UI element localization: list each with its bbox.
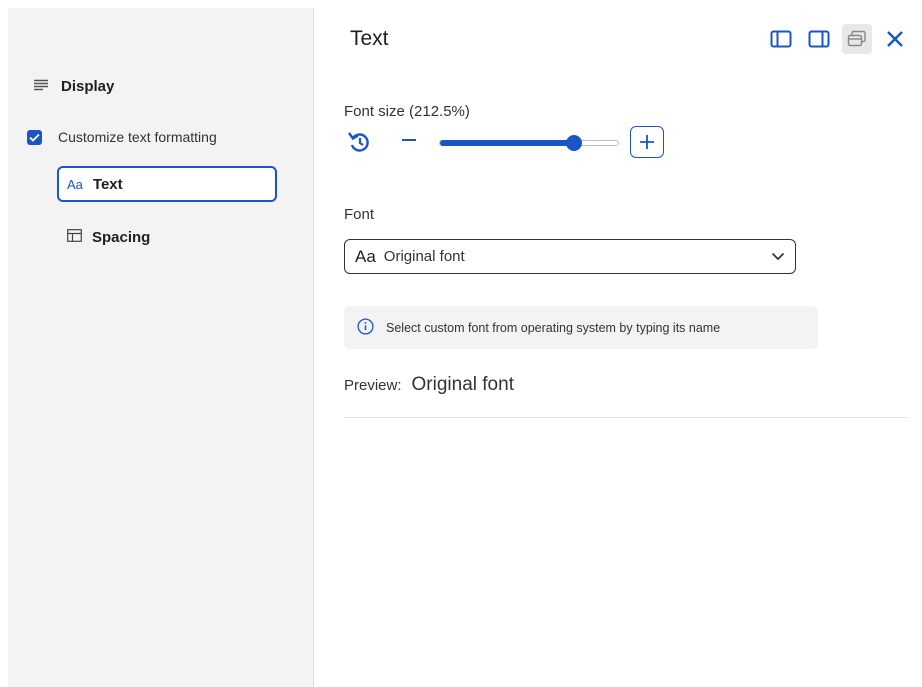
plus-icon — [640, 135, 654, 149]
layout-icon — [67, 229, 82, 246]
font-size-label: Font size (212.5%) — [344, 103, 470, 120]
font-select-value: Original font — [383, 248, 465, 265]
close-icon[interactable] — [880, 24, 910, 54]
sidebar-left-icon[interactable] — [766, 24, 796, 54]
customize-text-label: Customize text formatting — [58, 129, 217, 145]
preview-value: Original font — [411, 374, 514, 395]
sidebar-item-spacing[interactable]: Spacing — [57, 229, 150, 246]
preview-label: Preview: — [344, 377, 402, 394]
info-note: Select custom font from operating system… — [344, 306, 818, 349]
text-font-icon: Aa — [67, 176, 83, 192]
increase-button[interactable] — [630, 126, 664, 158]
page-title: Text — [350, 27, 389, 50]
slider-thumb[interactable] — [565, 135, 582, 151]
popout-window-icon[interactable] — [842, 24, 872, 54]
font-icon: Aa — [355, 246, 376, 266]
info-text: Select custom font from operating system… — [386, 320, 721, 335]
font-size-slider[interactable] — [439, 135, 619, 151]
font-size-control — [347, 124, 677, 160]
menu-lines-icon — [33, 78, 49, 95]
sidebar-item-text-label: Text — [92, 175, 123, 193]
customize-text-checkbox-row[interactable]: Customize text formatting — [27, 129, 217, 145]
info-icon — [357, 317, 374, 338]
main-panel: Text Font size (212.5%) Font Aa Original… — [314, 0, 922, 687]
decrease-icon[interactable] — [399, 130, 419, 155]
divider — [344, 417, 908, 418]
check-icon — [29, 133, 40, 142]
sidebar-item-spacing-label: Spacing — [92, 229, 151, 246]
customize-text-checkbox[interactable] — [27, 129, 42, 145]
font-preview: Preview: Original font — [344, 374, 514, 396]
window-controls — [766, 24, 910, 54]
sidebar-item-text[interactable]: Aa Text — [57, 166, 277, 202]
font-label: Font — [344, 206, 375, 223]
sidebar: Display Customize text formatting Aa Tex… — [8, 8, 314, 687]
font-select[interactable]: Aa Original font — [344, 239, 796, 274]
slider-fill — [440, 140, 574, 146]
reset-history-icon[interactable] — [347, 130, 371, 159]
sidebar-heading: Display — [33, 78, 114, 95]
chevron-down-icon — [771, 248, 785, 265]
sidebar-heading-label: Display — [61, 78, 115, 95]
sidebar-right-icon[interactable] — [804, 24, 834, 54]
